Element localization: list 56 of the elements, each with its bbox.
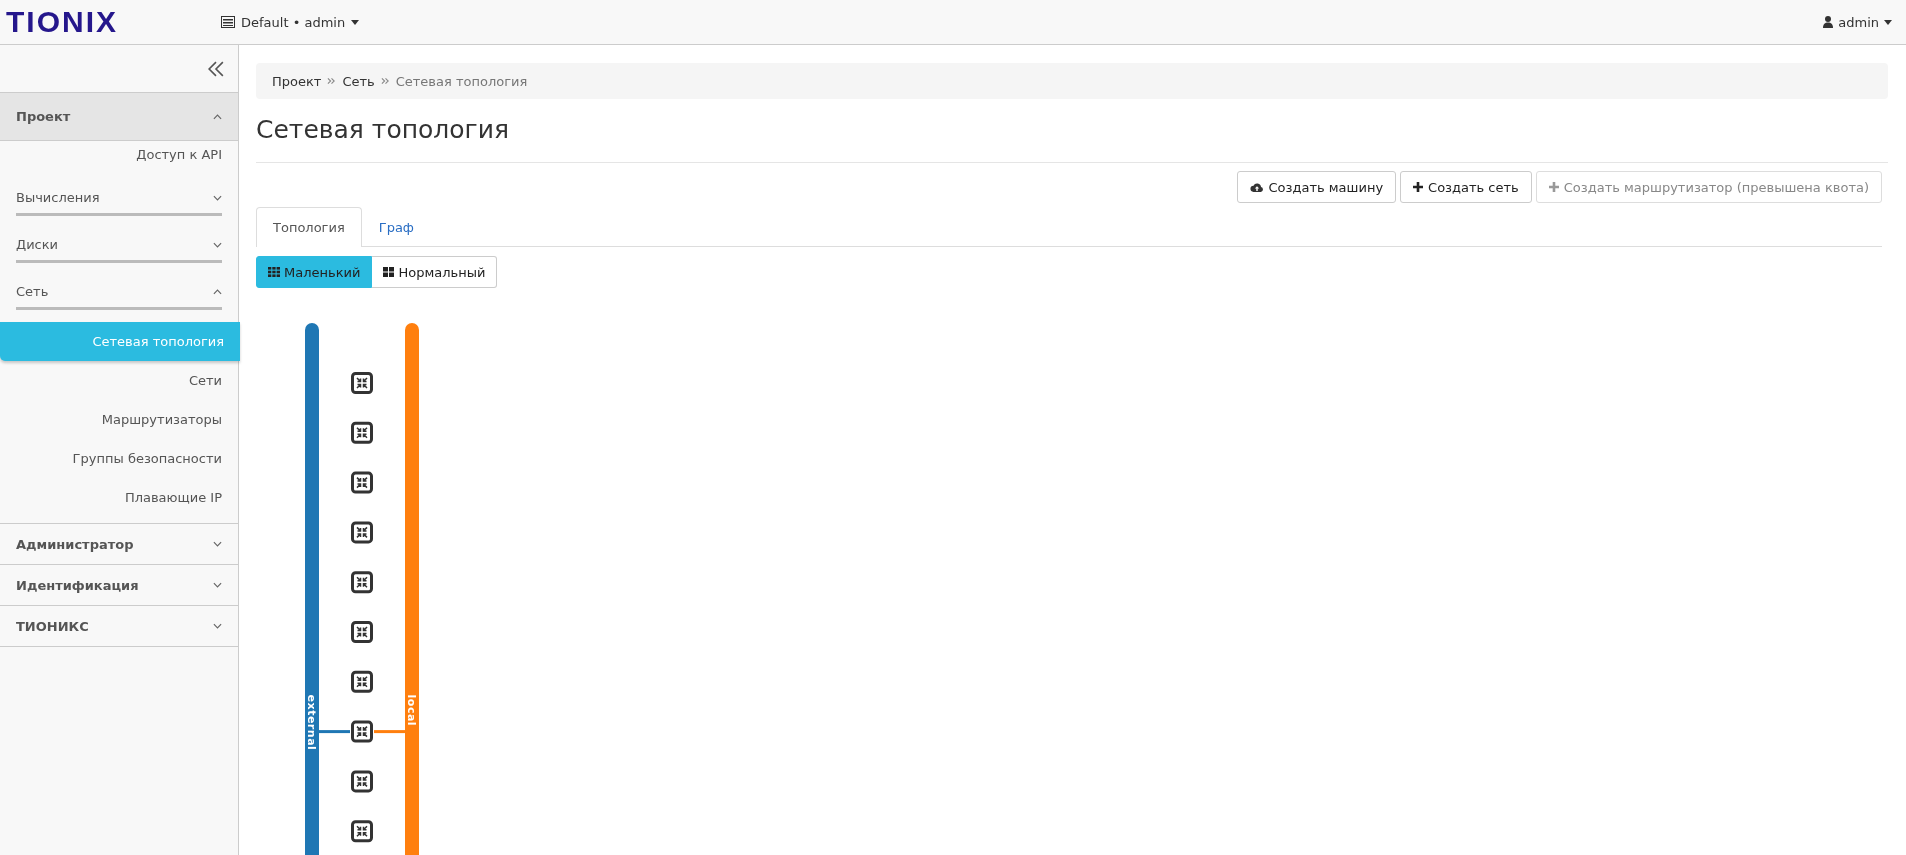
network-label: local <box>405 694 418 727</box>
network-bar[interactable] <box>305 323 319 855</box>
router-icon[interactable] <box>351 621 373 643</box>
breadcrumb-separator-icon <box>327 77 337 85</box>
collapse-icon[interactable] <box>208 60 224 77</box>
sidebar-item[interactable]: Группы безопасности <box>0 439 238 478</box>
router-icon[interactable] <box>351 820 373 843</box>
router-icon[interactable] <box>351 571 373 594</box>
router-icon[interactable] <box>351 421 373 444</box>
router-icon[interactable] <box>351 521 373 544</box>
create-button[interactable]: Создать сеть <box>1400 171 1532 203</box>
project-menu[interactable]: Default • admin <box>221 14 360 30</box>
chevron-down-icon <box>213 623 222 629</box>
logo[interactable]: TIONIX <box>6 5 221 39</box>
router-icon[interactable] <box>351 471 373 494</box>
chevron-up-icon <box>213 113 222 120</box>
breadcrumb-link[interactable]: Проект <box>272 73 322 89</box>
sidebar-section[interactable]: Идентификация <box>0 565 238 606</box>
breadcrumb-link[interactable]: Сеть <box>342 73 375 89</box>
plus-icon <box>1413 182 1424 192</box>
page-title: Сетевая топология <box>256 115 1888 163</box>
sidebar-section[interactable]: ТИОНИКС <box>0 606 238 647</box>
caret-icon <box>1884 19 1892 25</box>
normal-view-button[interactable]: Нормальный <box>372 256 498 288</box>
plus-icon <box>1548 182 1559 192</box>
router-icon[interactable] <box>351 670 373 693</box>
chevron-down-icon <box>213 541 222 547</box>
user-menu[interactable]: admin <box>1823 14 1892 30</box>
sidebar-section[interactable]: Администратор <box>0 524 238 565</box>
sidebar-group[interactable]: Вычисления <box>16 190 222 216</box>
tab[interactable]: Граф <box>361 207 431 247</box>
sidebar-item[interactable]: Плавающие IP <box>0 478 238 517</box>
user-icon <box>1823 16 1834 28</box>
tab[interactable]: Топология <box>256 207 362 247</box>
chevron-down-icon <box>213 582 222 588</box>
router-icon[interactable] <box>351 770 373 793</box>
grid-icon <box>268 267 280 277</box>
small-view-button[interactable]: Маленький <box>256 256 373 288</box>
list-icon <box>221 16 235 28</box>
sidebar-group[interactable]: Сеть <box>16 284 222 310</box>
chevron-down-icon <box>213 194 222 201</box>
caret-icon <box>351 19 360 25</box>
create-instance-button[interactable]: Создать машину <box>1236 171 1397 203</box>
network-label: external <box>305 694 318 751</box>
sidebar-item[interactable]: Маршрутизаторы <box>0 400 238 439</box>
sidebar-item[interactable]: Сети <box>0 361 238 400</box>
chevron-up-icon <box>213 288 222 295</box>
breadcrumb-separator-icon <box>380 77 390 85</box>
router-icon[interactable] <box>351 372 373 394</box>
sidebar-item[interactable]: Доступ к API <box>0 141 238 169</box>
chevron-down-icon <box>213 241 222 248</box>
sidebar-group[interactable]: Диски <box>16 237 222 263</box>
router-link-drawing[interactable] <box>319 720 405 743</box>
cloud-upload-icon <box>1249 181 1264 193</box>
sidebar-section[interactable]: Проект <box>0 93 238 141</box>
large-grid-icon <box>383 267 395 277</box>
